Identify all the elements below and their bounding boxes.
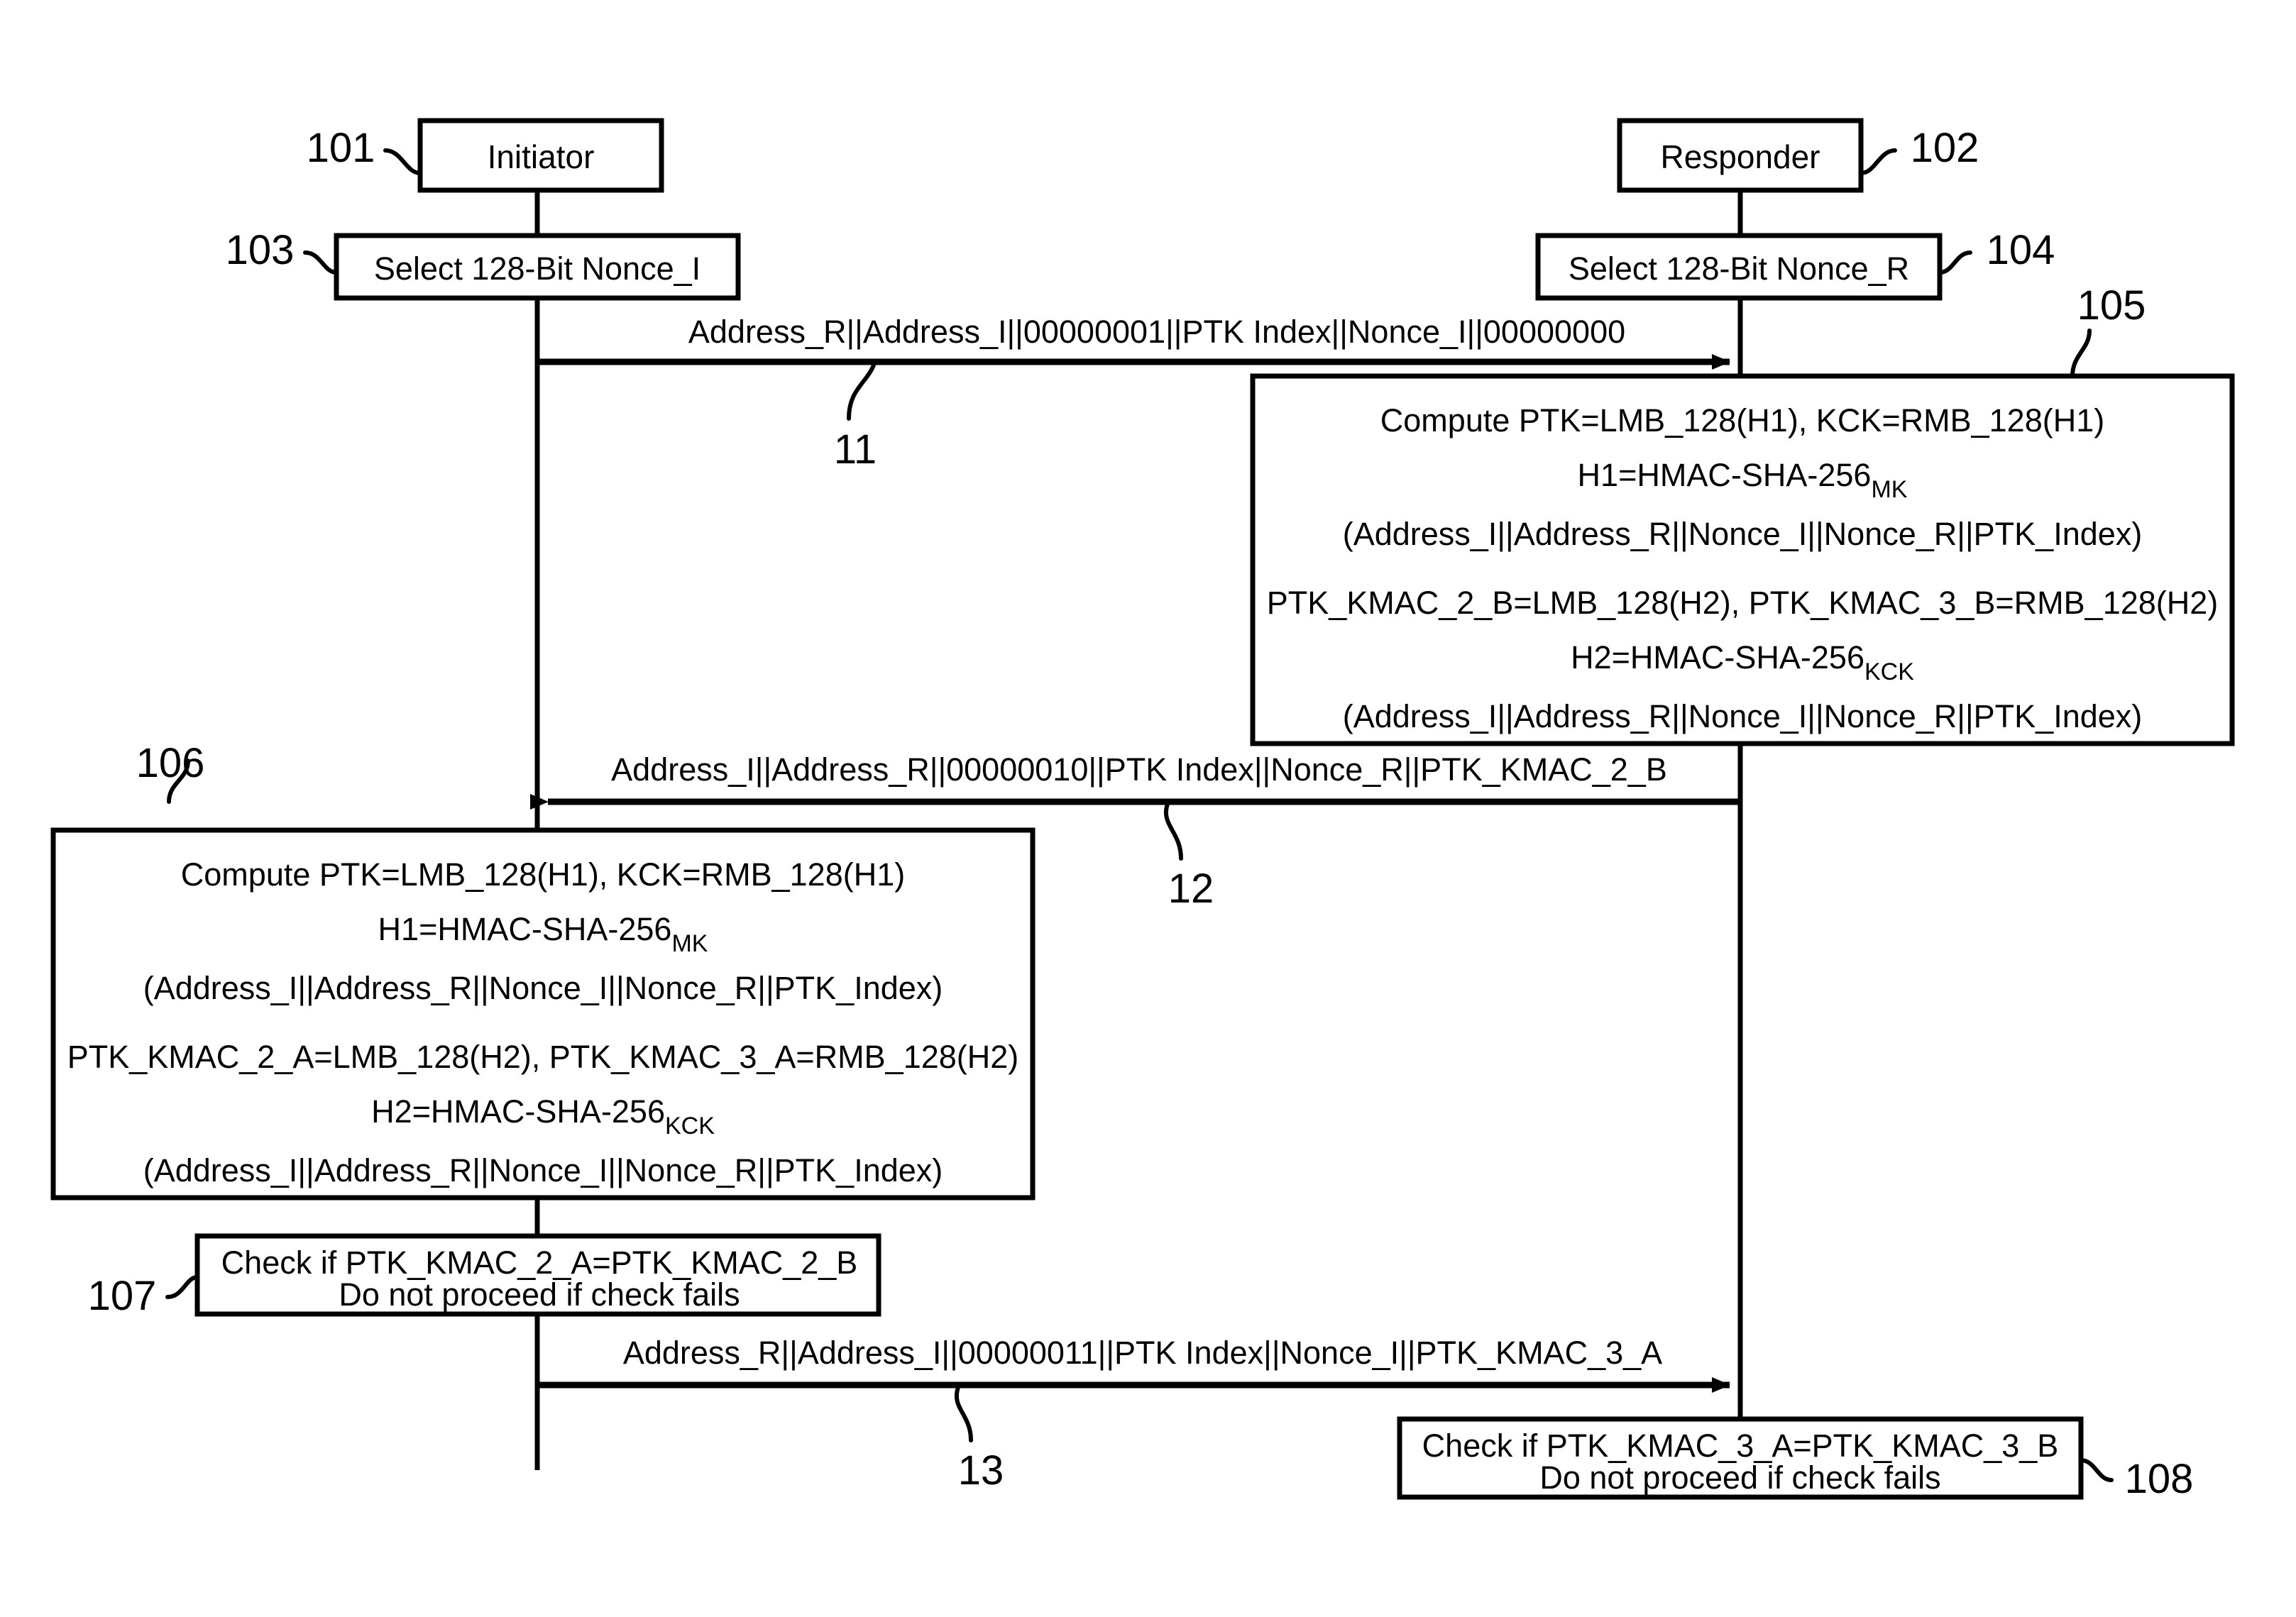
ref-102: 102 — [1911, 125, 1979, 171]
select-nonce-r-label: Select 128-Bit Nonce_R — [1569, 250, 1909, 287]
message-12-number: 12 — [1168, 866, 1214, 912]
responder-ref-leader — [1859, 148, 1897, 175]
message-11-number: 11 — [834, 426, 877, 473]
check-initiator-line-1: Check if PTK_KMAC_2_A=PTK_KMAC_2_B — [221, 1245, 858, 1281]
ref-108: 108 — [2125, 1456, 2194, 1502]
ref-108-leader — [2079, 1458, 2114, 1482]
ref-105-leader — [2070, 329, 2092, 378]
message-13-label: Address_R||Address_I||00000011||PTK Inde… — [623, 1335, 1662, 1371]
compute-responder-line-1: Compute PTK=LMB_128(H1), KCK=RMB_128(H1) — [1380, 402, 2104, 438]
check-initiator-line-2: Do not proceed if check fails — [339, 1276, 740, 1313]
ref-101: 101 — [307, 125, 375, 171]
compute-responder-line-3: (Address_I||Address_R||Nonce_I||Nonce_R|… — [1343, 516, 2143, 552]
message-12-number-leader — [1164, 802, 1183, 861]
initiator-ref-leader — [383, 148, 422, 175]
compute-responder-line-4: PTK_KMAC_2_B=LMB_128(H2), PTK_KMAC_3_B=R… — [1267, 585, 2219, 621]
ref-107: 107 — [88, 1273, 157, 1319]
check-responder-line-1: Check if PTK_KMAC_3_A=PTK_KMAC_3_B — [1422, 1428, 2059, 1464]
compute-responder-line-6: (Address_I||Address_R||Nonce_I||Nonce_R|… — [1343, 698, 2143, 734]
compute-initiator-line-6: (Address_I||Address_R||Nonce_I||Nonce_R|… — [143, 1152, 943, 1188]
ref-103: 103 — [226, 227, 295, 273]
ref-105: 105 — [2077, 282, 2146, 329]
check-responder-line-2: Do not proceed if check fails — [1539, 1459, 1940, 1496]
select-nonce-i-label: Select 128-Bit Nonce_I — [374, 250, 701, 287]
ref-104-leader — [1938, 250, 1972, 275]
message-12-label: Address_I||Address_R||00000010||PTK Inde… — [611, 751, 1667, 788]
ref-106: 106 — [136, 740, 205, 786]
ref-103-leader — [303, 250, 339, 275]
initiator-node-label: Initiator — [488, 138, 595, 175]
figure-canvas: Initiator 101 Responder 102 Select 128-B… — [0, 0, 2296, 1617]
ref-104: 104 — [1987, 227, 2055, 273]
compute-initiator-line-1: Compute PTK=LMB_128(H1), KCK=RMB_128(H1) — [181, 856, 905, 893]
responder-node-label: Responder — [1660, 138, 1820, 175]
ref-107-leader — [165, 1275, 199, 1299]
message-13-number: 13 — [958, 1447, 1004, 1494]
protocol-sequence-diagram: Initiator 101 Responder 102 Select 128-B… — [0, 0, 2296, 1617]
message-11-number-leader — [847, 361, 877, 421]
message-11-label: Address_R||Address_I||00000001||PTK Inde… — [688, 314, 1625, 350]
compute-initiator-line-3: (Address_I||Address_R||Nonce_I||Nonce_R|… — [143, 970, 943, 1006]
message-13-number-leader — [955, 1385, 973, 1442]
compute-initiator-line-4: PTK_KMAC_2_A=LMB_128(H2), PTK_KMAC_3_A=R… — [67, 1039, 1019, 1075]
